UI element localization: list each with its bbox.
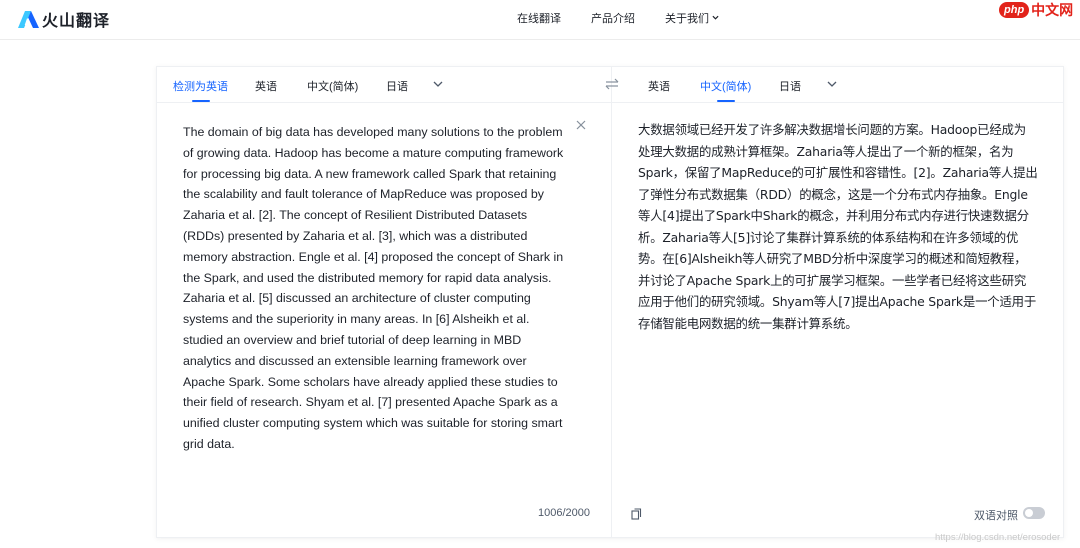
source-more-languages-chevron-icon[interactable]: [433, 80, 443, 88]
nav-about-us-label: 关于我们: [665, 13, 709, 25]
tab-source-japanese[interactable]: 日语: [386, 78, 408, 94]
logo-text: 火山翻译: [42, 11, 111, 30]
logo[interactable]: A 火山翻译: [18, 8, 110, 30]
clear-text-close-icon[interactable]: [575, 119, 587, 131]
csdn-watermark: https://blog.csdn.net/erosoder: [935, 532, 1061, 543]
bilingual-compare-toggle[interactable]: [1023, 507, 1045, 519]
character-count: 1006/2000: [538, 507, 590, 519]
translation-panel: 检测为英语 英语 中文(简体) 日语 英语 中文(简体) 日语 The doma…: [156, 66, 1064, 538]
tab-source-english[interactable]: 英语: [255, 78, 277, 94]
svg-text:A: A: [25, 17, 32, 27]
volcano-logo-icon: A: [18, 10, 39, 28]
chevron-down-icon: [712, 15, 719, 20]
source-language-bar: 检测为英语 英语 中文(简体) 日语: [157, 67, 611, 103]
php-badge: php: [999, 2, 1030, 18]
nav-online-translate[interactable]: 在线翻译: [517, 10, 561, 26]
panel-divider: [611, 67, 612, 537]
bilingual-compare-label: 双语对照: [974, 510, 1018, 522]
php-site-name: 中文网: [1031, 3, 1074, 19]
php-cn-watermark: php 中文网: [999, 0, 1073, 20]
nav-about-us[interactable]: 关于我们: [665, 10, 719, 26]
tab-target-japanese[interactable]: 日语: [779, 78, 801, 94]
translation-output: 大数据领域已经开发了许多解决数据增长问题的方案。Hadoop已经成为处理大数据的…: [638, 122, 1038, 331]
target-more-languages-chevron-icon[interactable]: [827, 80, 837, 88]
copy-icon[interactable]: [631, 508, 642, 520]
tab-detect-english[interactable]: 检测为英语: [173, 78, 228, 102]
tab-source-chinese[interactable]: 中文(简体): [307, 78, 358, 94]
tab-target-english[interactable]: 英语: [648, 78, 670, 94]
target-language-bar: 英语 中文(简体) 日语: [612, 67, 1064, 103]
main-nav: 在线翻译 产品介绍 关于我们: [517, 10, 719, 26]
tab-target-chinese[interactable]: 中文(简体): [700, 78, 751, 102]
source-text-input[interactable]: The domain of big data has developed man…: [183, 122, 569, 455]
toggle-knob: [1025, 509, 1033, 517]
nav-product-intro[interactable]: 产品介绍: [591, 10, 635, 26]
top-header: A 火山翻译 在线翻译 产品介绍 关于我们 php 中文网: [0, 0, 1080, 40]
